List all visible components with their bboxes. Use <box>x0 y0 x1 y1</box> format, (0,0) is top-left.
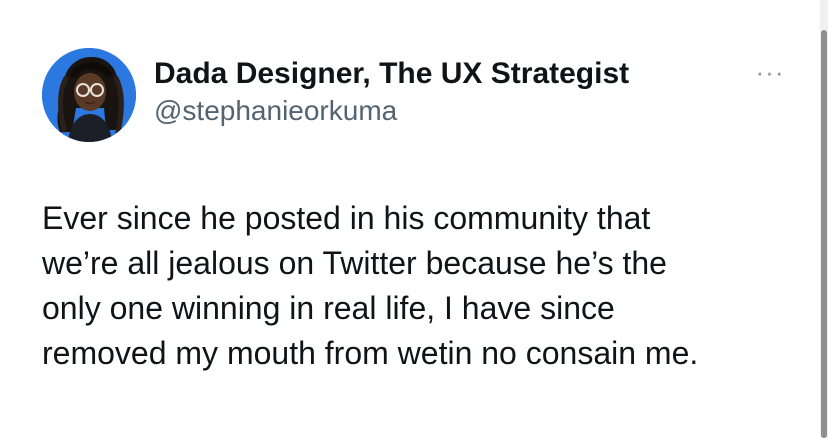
avatar[interactable] <box>42 48 136 142</box>
author-names: Dada Designer, The UX Strategist @stepha… <box>154 56 629 128</box>
scrollbar-thumb[interactable] <box>821 30 827 438</box>
more-dots-icon: ··· <box>755 57 785 87</box>
tweet-screenshot: Dada Designer, The UX Strategist @stepha… <box>0 0 828 438</box>
more-options-button[interactable]: ··· <box>748 58 792 86</box>
tweet-card: Dada Designer, The UX Strategist @stepha… <box>0 0 810 438</box>
scrollbar-track[interactable] <box>820 0 828 438</box>
tweet-text: Ever since he posted in his community th… <box>42 200 699 371</box>
user-handle[interactable]: @stephanieorkuma <box>154 94 629 128</box>
display-name[interactable]: Dada Designer, The UX Strategist <box>154 56 629 92</box>
tweet-header: Dada Designer, The UX Strategist @stepha… <box>42 48 802 144</box>
profile-photo-icon <box>42 48 136 142</box>
